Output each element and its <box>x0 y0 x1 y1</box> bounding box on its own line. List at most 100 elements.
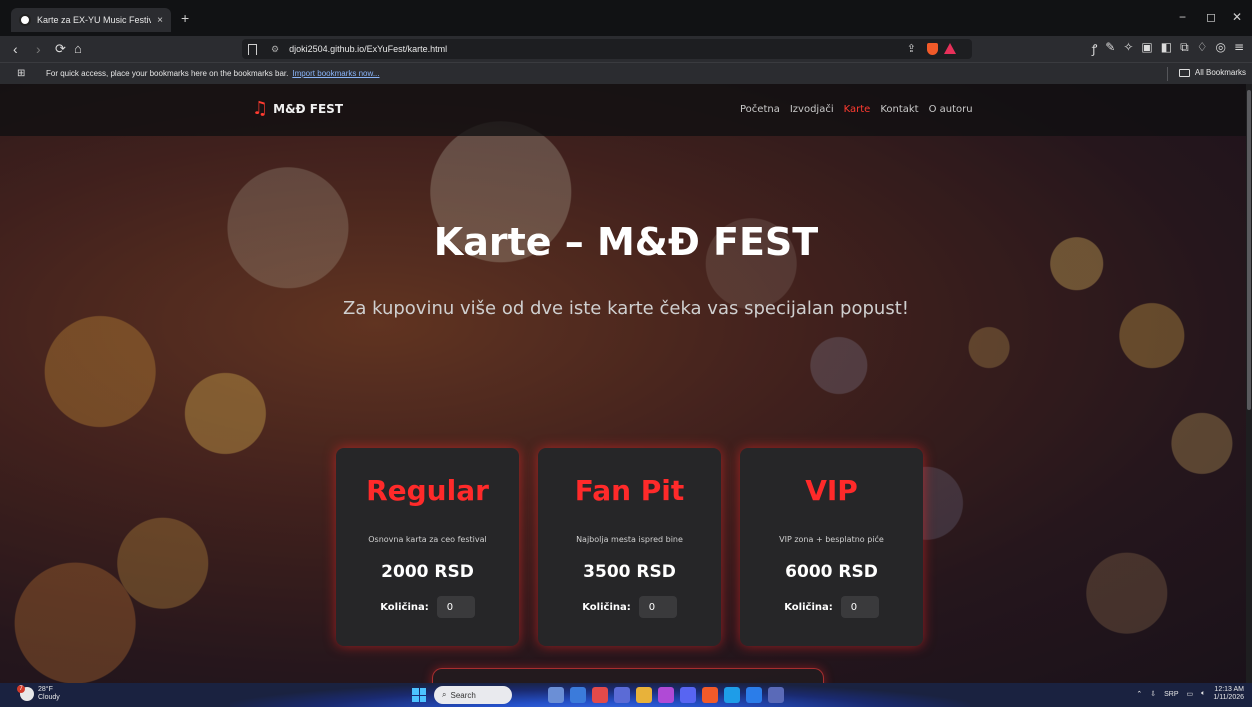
extension-icons: ꝭ ✎ ✧ ▣ ◧ ⧉ ♢ ◎ ≡ <box>1092 40 1244 57</box>
tab-title: Karte za EX-YU Music Festival 20 <box>37 15 152 25</box>
forward-button[interactable]: › <box>36 41 41 57</box>
folder-app-icon[interactable] <box>636 687 652 703</box>
reload-button[interactable]: ⟳ <box>55 41 66 57</box>
extensions-icon[interactable]: ✧ <box>1123 40 1133 57</box>
bookmarks-message: For quick access, place your bookmarks h… <box>46 69 380 78</box>
browser-tab-bar: Karte za EX-YU Music Festival 20 × + − ◻… <box>0 0 1252 36</box>
search-icon: ⌕ <box>442 690 447 699</box>
taskbar-clock[interactable]: 12:13 AM 1/11/2026 <box>1213 686 1244 702</box>
minimize-button[interactable]: − <box>1179 10 1186 24</box>
site-info-icon[interactable]: ⚙ <box>271 44 279 55</box>
site-navbar: ♫ M&Đ FEST Početna Izvodjači Karte Konta… <box>0 84 1252 136</box>
home-button[interactable]: ⌂ <box>74 41 82 57</box>
address-bar[interactable]: ⚙ djoki2504.github.io/ExYuFest/karte.htm… <box>242 39 972 59</box>
share-icon[interactable]: ⇪ <box>907 42 916 55</box>
quantity-row: Količina: <box>336 596 519 618</box>
site-nav-links: Početna Izvodjači Karte Kontakt O autoru <box>740 104 973 115</box>
ticket-card-fan-pit: Fan Pit Najbolja mesta ispred bine 3500 … <box>538 448 721 646</box>
ticket-price: 6000 RSD <box>785 562 878 582</box>
volume-icon[interactable]: 🔈︎ <box>1201 690 1205 698</box>
ticket-name: VIP <box>805 474 858 507</box>
folder-icon <box>1178 68 1190 77</box>
url-text[interactable]: djoki2504.github.io/ExYuFest/karte.html <box>289 44 447 54</box>
pen-icon[interactable]: ✎ <box>1105 40 1115 57</box>
usb-icon[interactable]: ⇩ <box>1150 690 1156 698</box>
quantity-label: Količina: <box>784 601 833 613</box>
nav-link-izvodjaci[interactable]: Izvodjači <box>790 104 834 115</box>
import-bookmarks-link[interactable]: Import bookmarks now... <box>292 69 379 78</box>
nav-link-o-autoru[interactable]: O autoru <box>929 104 973 115</box>
language-indicator[interactable]: SRP <box>1164 691 1178 698</box>
all-bookmarks-button[interactable]: All Bookmarks <box>1178 68 1246 77</box>
windows-taskbar: 7 28°F Cloudy ⌕ Search ⌃ ⇩ SRP ▭ 🔈︎ 12:13… <box>0 683 1252 707</box>
ticket-description: VIP zona + besplatno piće <box>779 535 884 544</box>
weather-cloud-icon: 7 <box>17 685 34 701</box>
ticket-name: Regular <box>366 474 489 507</box>
close-window-button[interactable]: ✕ <box>1232 10 1242 24</box>
apps-grid-icon[interactable]: ⊞ <box>17 68 25 79</box>
start-button[interactable] <box>412 688 426 702</box>
weather-badge: 7 <box>17 685 25 693</box>
brave-app-icon[interactable] <box>702 687 718 703</box>
tab-favicon-icon <box>19 14 31 26</box>
menu-icon[interactable]: ≡ <box>1234 40 1244 57</box>
page-scrollbar[interactable] <box>1246 84 1252 683</box>
discord-app-icon[interactable] <box>680 687 696 703</box>
weather-temp: 28°F <box>38 686 53 693</box>
file-explorer-app-icon[interactable] <box>548 687 564 703</box>
display-icon[interactable]: ▭ <box>1187 690 1194 698</box>
vpn-icon[interactable]: ◎ <box>1215 40 1225 57</box>
heart-app-icon[interactable] <box>658 687 674 703</box>
scrollbar-thumb[interactable] <box>1247 90 1251 410</box>
wallet-icon[interactable]: ♢ <box>1197 40 1208 57</box>
all-bookmarks-label: All Bookmarks <box>1194 68 1246 77</box>
nav-link-kontakt[interactable]: Kontakt <box>880 104 918 115</box>
music-note-icon: ♫ <box>252 98 269 119</box>
order-summary-panel-edge <box>432 668 824 683</box>
browser-tab[interactable]: Karte za EX-YU Music Festival 20 × <box>11 8 171 32</box>
store-app-icon[interactable] <box>570 687 586 703</box>
bookmark-icon[interactable] <box>248 43 257 55</box>
teams-app-icon[interactable] <box>614 687 630 703</box>
system-tray: ⌃ ⇩ SRP ▭ 🔈︎ 12:13 AM 1/11/2026 <box>1136 686 1244 702</box>
sidebar-icon[interactable]: ◧ <box>1161 40 1172 57</box>
new-tab-button[interactable]: + <box>181 10 189 26</box>
quantity-row: Količina: <box>538 596 721 618</box>
ticket-description: Najbolja mesta ispred bine <box>576 535 683 544</box>
edge-app-icon[interactable] <box>724 687 740 703</box>
quantity-input-fan-pit[interactable] <box>638 596 677 618</box>
brand-name: M&Đ FEST <box>273 102 344 116</box>
ticket-cards: Regular Osnovna karta za ceo festival 20… <box>336 448 923 646</box>
bookmarks-divider <box>1167 67 1168 81</box>
taskbar-search[interactable]: ⌕ Search <box>434 686 512 704</box>
vscode-app-icon[interactable] <box>746 687 762 703</box>
quantity-input-vip[interactable] <box>840 596 879 618</box>
quantity-label: Količina: <box>380 601 429 613</box>
search-label: Search <box>450 690 476 700</box>
app-icon[interactable] <box>768 687 784 703</box>
quantity-input-regular[interactable] <box>436 596 475 618</box>
screenshot-icon[interactable]: ▣ <box>1141 40 1152 57</box>
weather-widget[interactable]: 7 28°F Cloudy <box>17 685 60 702</box>
page-viewport: ♫ M&Đ FEST Početna Izvodjači Karte Konta… <box>0 84 1252 683</box>
ticket-price: 2000 RSD <box>381 562 474 582</box>
chevron-up-icon[interactable]: ⌃ <box>1136 690 1142 698</box>
brave-shields-icon[interactable] <box>927 43 938 55</box>
back-button[interactable]: ‹ <box>13 41 18 57</box>
clock-time: 12:13 AM <box>1214 686 1244 693</box>
maximize-button[interactable]: ◻ <box>1206 10 1216 24</box>
nav-link-pocetna[interactable]: Početna <box>740 104 780 115</box>
nav-link-karte[interactable]: Karte <box>844 104 871 115</box>
tab-close-icon[interactable]: × <box>157 15 163 26</box>
tab-search-icon[interactable]: ⧉ <box>1180 40 1189 57</box>
ticket-name: Fan Pit <box>574 474 685 507</box>
brave-rewards-icon[interactable] <box>944 43 956 54</box>
ticket-card-vip: VIP VIP zona + besplatno piće 6000 RSD K… <box>740 448 923 646</box>
weather-text: 28°F Cloudy <box>38 686 60 702</box>
chrome-app-icon[interactable] <box>592 687 608 703</box>
reader-mode-icon[interactable]: ꝭ <box>1092 40 1098 57</box>
clock-date: 1/11/2026 <box>1213 694 1244 701</box>
site-brand[interactable]: ♫ M&Đ FEST <box>252 98 344 119</box>
ticket-description: Osnovna karta za ceo festival <box>368 535 487 544</box>
page-title: Karte – M&Đ FEST <box>433 220 819 264</box>
